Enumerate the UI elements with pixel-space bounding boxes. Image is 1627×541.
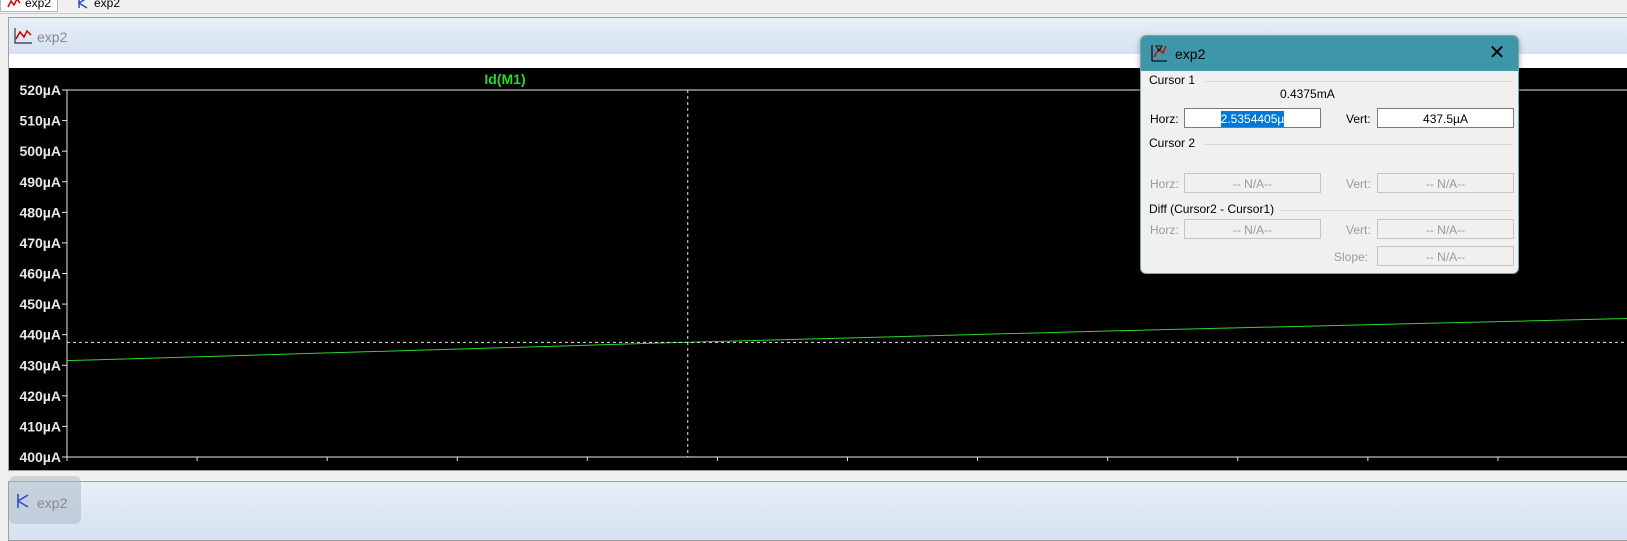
y-tick-label: 490µA: [19, 174, 61, 190]
y-tick-label: 410µA: [19, 418, 61, 434]
cursor-dialog-header[interactable]: exp2 ✕: [1141, 36, 1518, 71]
cursor-dialog: exp2 ✕ Cursor 1 0.4375mA Horz: 2.5354405…: [1140, 35, 1519, 274]
y-tick-label: 420µA: [19, 388, 61, 404]
x-tick-label: 2.48µ: [310, 467, 345, 470]
x-tick-label: 2.60µ: [1090, 467, 1125, 470]
x-tick-label: 2.66µ: [1480, 467, 1515, 470]
x-tick-label: 2.56µ: [830, 467, 865, 470]
y-tick-label: 400µA: [19, 449, 61, 465]
waveform-window-title: exp2: [37, 29, 68, 45]
y-tick-label: 450µA: [19, 296, 61, 312]
waveform-icon: [7, 0, 21, 8]
y-tick-label: 500µA: [19, 143, 61, 159]
y-tick-label: 510µA: [19, 113, 61, 129]
diff-slope-label: Slope:: [1334, 250, 1369, 264]
trace-name-label[interactable]: Id(M1): [484, 71, 525, 87]
diff-horz-field: -- N/A--: [1184, 219, 1321, 239]
cursor1-vert-label: Vert:: [1346, 112, 1371, 126]
cursor1-horz-value: 2.5354405µ: [1220, 111, 1285, 127]
cursor1-group-label: Cursor 1: [1149, 73, 1196, 87]
y-tick-label: 460µA: [19, 266, 61, 282]
schematic-icon: [17, 494, 29, 508]
x-tick-label: 2.52µ: [570, 467, 605, 470]
diff-slope-field: -- N/A--: [1377, 246, 1514, 266]
x-tick-label: 2.50µ: [440, 467, 475, 470]
y-tick-label: 520µA: [19, 82, 61, 98]
diff-horz-label: Horz:: [1150, 223, 1179, 237]
diff-vert-field: -- N/A--: [1377, 219, 1514, 239]
cursor1-value: 0.4375mA: [1280, 87, 1335, 101]
document-tab-strip: exp2 exp2: [0, 0, 1627, 14]
tab-label: exp2: [25, 0, 52, 10]
tab-exp2-schematic[interactable]: exp2: [70, 0, 126, 11]
cursor1-horz-field[interactable]: 2.5354405µ: [1184, 108, 1321, 128]
y-tick-label: 480µA: [19, 204, 61, 220]
diff-group-label: Diff (Cursor2 - Cursor1): [1149, 202, 1275, 216]
cursor2-divider: [1205, 144, 1512, 145]
cursor1-divider: [1205, 81, 1512, 82]
y-tick-label: 470µA: [19, 235, 61, 251]
diff-divider: [1281, 210, 1512, 211]
cursor2-vert-label: Vert:: [1346, 177, 1371, 191]
schematic-window[interactable]: exp2: [8, 476, 1627, 541]
cursor2-horz-field: -- N/A--: [1184, 173, 1321, 193]
diff-vert-label: Vert:: [1346, 223, 1371, 237]
tab-label: exp2: [94, 0, 121, 10]
x-tick-label: 2.64µ: [1350, 467, 1385, 470]
close-icon[interactable]: ✕: [1486, 42, 1508, 64]
x-tick-label: 2.58µ: [960, 467, 995, 470]
tab-exp2-waveform[interactable]: exp2: [0, 0, 59, 12]
waveform-icon: [14, 28, 32, 44]
cursor-dialog-title: exp2: [1175, 46, 1206, 62]
x-tick-label: 2.46µ: [179, 467, 214, 470]
x-tick-label: 2.62µ: [1220, 467, 1255, 470]
x-tick-label: 2.6: [1608, 467, 1627, 470]
cursor-icon: [1151, 45, 1167, 62]
schematic-window-title: exp2: [37, 495, 68, 511]
cursor2-vert-field: -- N/A--: [1377, 173, 1514, 193]
cursor2-group-label: Cursor 2: [1149, 136, 1196, 150]
y-tick-label: 430µA: [19, 357, 61, 373]
cursor2-horz-label: Horz:: [1150, 177, 1179, 191]
schematic-icon: [78, 0, 88, 9]
x-tick-label: 2.44µ: [49, 467, 84, 470]
cursor1-horz-label: Horz:: [1150, 112, 1179, 126]
x-tick-label: 2.54µ: [700, 467, 735, 470]
y-tick-label: 440µA: [19, 327, 61, 343]
cursor1-vert-field[interactable]: 437.5µA: [1377, 108, 1514, 128]
